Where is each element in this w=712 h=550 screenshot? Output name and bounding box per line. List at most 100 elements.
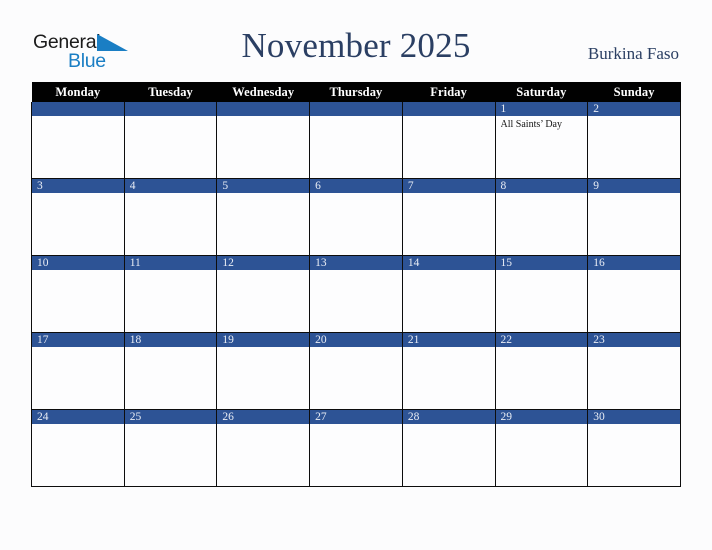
day-cell[interactable]: 30 <box>587 409 681 487</box>
day-cell[interactable] <box>401 102 496 179</box>
day-cell[interactable]: 4 <box>123 178 218 256</box>
day-number: 9 <box>588 179 680 193</box>
day-cell-content: 1 All Saints’ Day <box>495 102 588 178</box>
day-number: 18 <box>124 333 217 347</box>
weekday-header-saturday: Saturday <box>495 82 588 102</box>
day-number <box>32 102 124 116</box>
day-cell[interactable] <box>216 102 311 179</box>
weekday-header-sunday: Sunday <box>587 82 681 102</box>
weekday-header-monday: Monday <box>31 82 125 102</box>
day-events <box>403 270 495 273</box>
day-number: 4 <box>124 179 217 193</box>
day-events <box>588 424 680 427</box>
day-number <box>217 102 310 116</box>
day-cell[interactable]: 26 <box>216 409 311 487</box>
day-cell[interactable] <box>31 102 125 179</box>
day-cell[interactable]: 28 <box>401 409 496 487</box>
day-cell[interactable]: 17 <box>31 332 125 410</box>
day-cell-content: 12 <box>217 256 310 332</box>
day-cell-content: 8 <box>495 179 588 255</box>
day-events <box>217 347 309 350</box>
week-rows: 1 All Saints’ Day 2 3 4 5 6 7 8 9 10 11 12 13 14 15 16 17… <box>31 102 681 487</box>
day-cell[interactable]: 11 <box>123 255 218 333</box>
day-number: 23 <box>588 333 680 347</box>
day-cell[interactable]: 22 <box>494 332 589 410</box>
page-header: General Blue November 2025 Burkina Faso <box>0 0 712 82</box>
day-cell[interactable]: 16 <box>587 255 681 333</box>
day-cell[interactable]: 25 <box>123 409 218 487</box>
week-row: 24 25 26 27 28 29 30 <box>31 409 681 487</box>
day-cell[interactable]: 18 <box>123 332 218 410</box>
day-cell-content: 6 <box>310 179 402 255</box>
day-cell[interactable] <box>309 102 403 179</box>
day-cell[interactable]: 12 <box>216 255 311 333</box>
weekday-header-tuesday: Tuesday <box>124 82 217 102</box>
day-events <box>310 270 402 273</box>
day-cell[interactable]: 19 <box>216 332 311 410</box>
day-events <box>32 193 124 196</box>
day-cell-content: 24 <box>32 410 124 486</box>
day-cell[interactable]: 13 <box>309 255 403 333</box>
day-events <box>403 424 495 427</box>
day-number: 20 <box>310 333 402 347</box>
day-number <box>402 102 495 116</box>
day-number: 22 <box>495 333 588 347</box>
weekday-header-row: Monday Tuesday Wednesday Thursday Friday… <box>31 82 681 102</box>
day-cell[interactable]: 20 <box>309 332 403 410</box>
day-cell-content: 16 <box>588 256 680 332</box>
day-number <box>124 102 217 116</box>
day-cell[interactable]: 23 <box>587 332 681 410</box>
day-cell[interactable]: 5 <box>216 178 311 256</box>
day-cell-content <box>124 102 217 178</box>
day-cell[interactable]: 15 <box>494 255 589 333</box>
day-number: 17 <box>32 333 124 347</box>
day-number: 24 <box>32 410 124 424</box>
day-events <box>32 347 124 350</box>
day-cell-content: 9 <box>588 179 680 255</box>
day-events <box>310 193 402 196</box>
day-cell-content: 3 <box>32 179 124 255</box>
day-events <box>588 193 680 196</box>
day-cell[interactable]: 24 <box>31 409 125 487</box>
day-cell[interactable]: 27 <box>309 409 403 487</box>
weekday-header-wednesday: Wednesday <box>216 82 310 102</box>
week-row: 3456789 <box>31 178 681 256</box>
day-cell-content: 27 <box>310 410 402 486</box>
day-cell-content: 13 <box>310 256 402 332</box>
day-cell-content: 15 <box>495 256 588 332</box>
day-cell[interactable]: 10 <box>31 255 125 333</box>
day-cell-content: 17 <box>32 333 124 409</box>
day-events <box>403 116 495 119</box>
day-cell-content: 18 <box>124 333 217 409</box>
day-events <box>310 116 402 119</box>
day-cell[interactable]: 2 <box>587 102 681 179</box>
country-label: Burkina Faso <box>587 44 679 63</box>
day-cell[interactable]: 29 <box>494 409 589 487</box>
day-number: 11 <box>124 256 217 270</box>
day-events <box>310 424 402 427</box>
day-events <box>32 270 124 273</box>
day-cell[interactable]: 3 <box>31 178 125 256</box>
day-cell-content: 26 <box>217 410 310 486</box>
day-cell[interactable]: 1 All Saints’ Day <box>494 102 589 179</box>
day-cell[interactable]: 14 <box>401 255 496 333</box>
day-number: 8 <box>495 179 588 193</box>
day-cell-content: 30 <box>588 410 680 486</box>
day-cell[interactable] <box>123 102 218 179</box>
day-number: 19 <box>217 333 310 347</box>
day-events <box>496 424 588 427</box>
day-events <box>32 116 124 119</box>
day-cell[interactable]: 21 <box>401 332 496 410</box>
day-cell[interactable]: 7 <box>401 178 496 256</box>
day-cell-content <box>32 102 124 178</box>
day-cell[interactable]: 8 <box>494 178 589 256</box>
day-cell[interactable]: 9 <box>587 178 681 256</box>
day-cell-content: 20 <box>310 333 402 409</box>
day-events <box>217 116 309 119</box>
day-cell-content: 25 <box>124 410 217 486</box>
day-events <box>310 347 402 350</box>
day-cell[interactable]: 6 <box>309 178 403 256</box>
day-cell-content: 11 <box>124 256 217 332</box>
day-number: 16 <box>588 256 680 270</box>
day-number <box>310 102 402 116</box>
